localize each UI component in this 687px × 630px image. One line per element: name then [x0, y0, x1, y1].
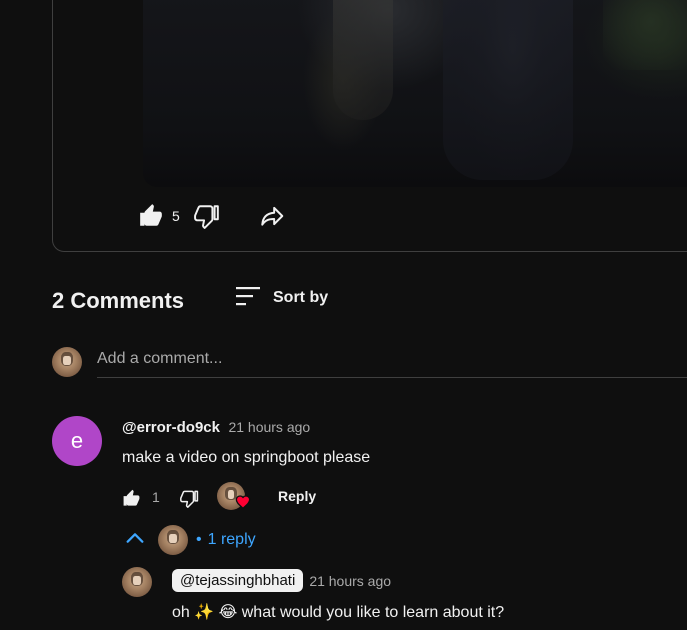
comment-like-count: 1	[152, 489, 160, 505]
comments-header: 2 Comments Sort by	[52, 284, 652, 318]
comment-like-icon[interactable]	[122, 489, 141, 508]
comment-time[interactable]: 21 hours ago	[228, 419, 310, 435]
current-user-avatar	[52, 347, 82, 377]
heart-icon	[235, 494, 251, 515]
image-figure	[443, 0, 573, 180]
dislike-icon[interactable]	[193, 203, 220, 229]
community-post-page: 5 2 Comments Sort by Add a comment... e …	[0, 0, 687, 630]
comment-dislike-icon[interactable]	[180, 489, 199, 508]
replies-toggle[interactable]: • 1 reply	[124, 524, 256, 556]
share-icon[interactable]	[258, 203, 286, 229]
add-comment: Add a comment...	[52, 346, 687, 378]
reply-author-badge[interactable]: @tejassinghbhati	[172, 569, 304, 592]
image-foliage	[603, 0, 687, 70]
chevron-up-icon	[124, 527, 146, 554]
comment-author[interactable]: @error-do9ck	[122, 419, 220, 436]
comment-actions: 1 Reply	[122, 482, 382, 514]
reply-text: oh ✨ 😂 what would you like to learn abou…	[172, 604, 505, 621]
reply-header: @tejassinghbhati 21 hours ago	[172, 569, 391, 592]
commenter-avatar[interactable]: e	[52, 416, 102, 466]
comment-header: @error-do9ck 21 hours ago	[122, 419, 310, 437]
replies-count: 1 reply	[207, 531, 256, 548]
sort-label: Sort by	[273, 289, 329, 306]
sort-button[interactable]: Sort by	[235, 284, 328, 312]
creator-reply-avatar	[158, 525, 188, 555]
comment-text: make a video on springboot please	[122, 449, 371, 466]
post-actions: 5	[138, 201, 286, 231]
reply-time[interactable]: 21 hours ago	[309, 573, 391, 589]
reply-author-avatar[interactable]	[122, 567, 152, 597]
reply-button[interactable]: Reply	[278, 488, 316, 504]
sort-icon	[235, 284, 261, 313]
add-comment-input[interactable]: Add a comment...	[97, 346, 687, 378]
like-icon[interactable]	[138, 203, 164, 229]
post-like-count: 5	[172, 208, 180, 224]
image-figure	[333, 0, 393, 120]
post-image[interactable]	[143, 0, 687, 187]
replies-separator: •	[196, 531, 202, 548]
creator-heart	[217, 482, 251, 512]
comments-count: 2 Comments	[52, 288, 185, 313]
